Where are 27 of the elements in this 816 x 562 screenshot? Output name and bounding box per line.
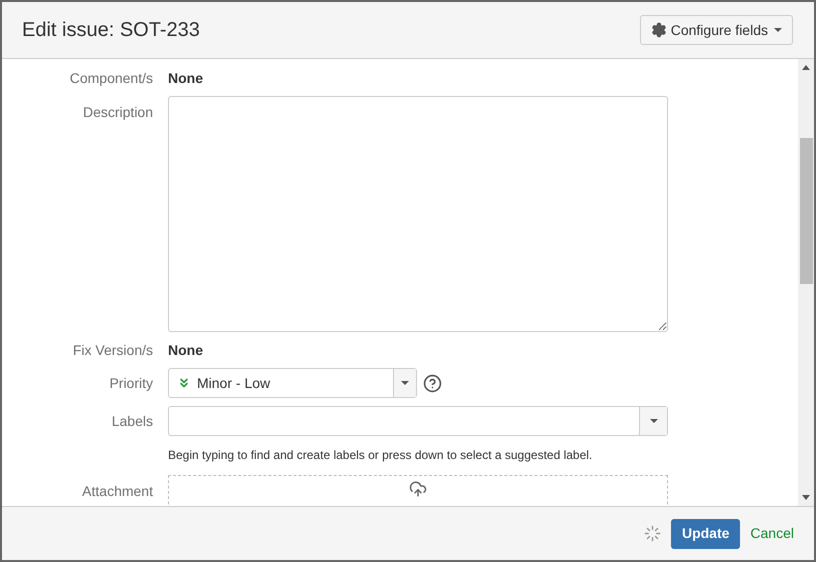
caret-icon [774, 28, 782, 32]
labels-field[interactable] [168, 406, 668, 436]
field-label: Component/s [70, 70, 153, 86]
configure-fields-button[interactable]: Configure fields [640, 15, 793, 45]
description-field[interactable] [168, 96, 668, 332]
loading-spinner-icon [644, 525, 661, 542]
field-label: Fix Version/s [72, 342, 153, 358]
field-value: None [168, 68, 203, 88]
priority-low-icon [177, 376, 191, 390]
field-label: Description [82, 104, 153, 120]
labels-hint: Begin typing to find and create labels or press down to select a suggested label. [168, 448, 592, 462]
cancel-link[interactable]: Cancel [750, 523, 794, 544]
scroll-down-icon[interactable] [802, 495, 810, 500]
cloud-upload-icon [409, 480, 427, 498]
update-button[interactable]: Update [670, 518, 740, 548]
dialog-title: Edit issue: SOT-233 [22, 18, 200, 43]
field-label: Attachment [82, 483, 153, 499]
scrollbar[interactable] [798, 59, 814, 506]
field-label: Priority [109, 374, 153, 390]
help-icon[interactable] [423, 374, 442, 392]
scroll-up-icon[interactable] [802, 65, 810, 70]
caret-icon [650, 419, 658, 423]
caret-icon [401, 381, 409, 385]
priority-select[interactable]: Minor - Low [168, 368, 417, 398]
scrollbar-thumb[interactable] [800, 138, 812, 284]
field-value: None [168, 340, 203, 360]
field-label: Labels [112, 412, 153, 428]
